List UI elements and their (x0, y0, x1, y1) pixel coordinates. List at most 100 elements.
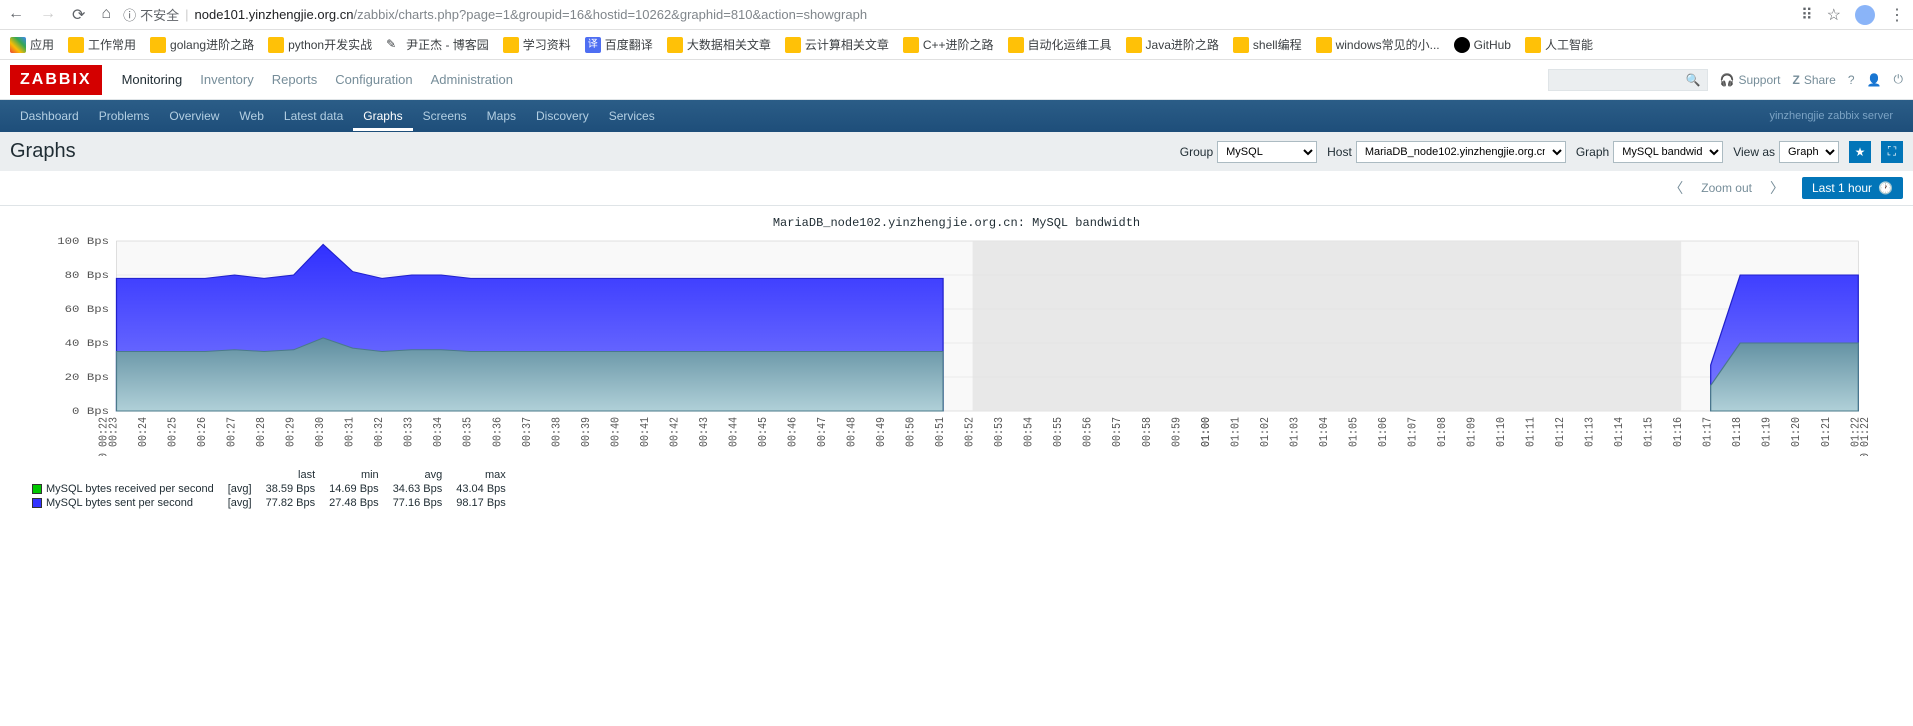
zabbix-logo[interactable]: ZABBIX (10, 65, 102, 95)
svg-text:00:53: 00:53 (993, 417, 1006, 447)
svg-text:00:28: 00:28 (255, 417, 268, 447)
subnav-problems[interactable]: Problems (89, 101, 160, 131)
bookmark-item[interactable]: 应用 (10, 36, 54, 53)
subnav-overview[interactable]: Overview (159, 101, 229, 131)
svg-text:00:41: 00:41 (639, 417, 652, 447)
bookmark-item[interactable]: 人工智能 (1525, 36, 1593, 53)
menu-administration[interactable]: Administration (431, 72, 513, 87)
search-input[interactable]: 🔍 (1548, 69, 1708, 91)
subnav-web[interactable]: Web (229, 101, 273, 131)
bookmark-item[interactable]: C++进阶之路 (903, 36, 994, 53)
bookmark-label: 云计算相关文章 (805, 36, 889, 53)
bookmark-icon (68, 37, 84, 53)
viewas-select[interactable]: Graph (1779, 141, 1839, 163)
menu-icon[interactable]: ⋮ (1889, 5, 1905, 25)
host-select[interactable]: MariaDB_node102.yinzhengjie.org.cn (1356, 141, 1566, 163)
svg-text:01:05: 01:05 (1348, 417, 1361, 447)
subnav-maps[interactable]: Maps (477, 101, 526, 131)
bookmark-item[interactable]: 大数据相关文章 (667, 36, 771, 53)
bookmark-item[interactable]: 工作常用 (68, 36, 136, 53)
info-icon: ⓘ (123, 5, 136, 24)
subnav-dashboard[interactable]: Dashboard (10, 101, 89, 131)
svg-text:00:45: 00:45 (757, 417, 770, 447)
reload-icon[interactable]: ⟳ (72, 5, 85, 25)
svg-text:00:42: 00:42 (669, 417, 682, 447)
url-domain: node101.yinzhengjie.org.cn (195, 7, 354, 22)
graph-select[interactable]: MySQL bandwidth (1613, 141, 1723, 163)
bookmark-item[interactable]: 云计算相关文章 (785, 36, 889, 53)
bookmark-label: 人工智能 (1545, 36, 1593, 53)
svg-text:00:58: 00:58 (1141, 417, 1154, 447)
subnav-latest-data[interactable]: Latest data (274, 101, 353, 131)
bookmark-item[interactable]: 学习资料 (503, 36, 571, 53)
time-range-button[interactable]: Last 1 hour 🕐 (1802, 177, 1903, 199)
support-link[interactable]: 🎧 Support (1720, 73, 1781, 87)
svg-text:20 Bps: 20 Bps (65, 373, 109, 384)
subnav-screens[interactable]: Screens (413, 101, 477, 131)
svg-text:00:43: 00:43 (698, 417, 711, 447)
bookmark-item[interactable]: Java进阶之路 (1126, 36, 1219, 53)
bookmark-label: 百度翻译 (605, 36, 653, 53)
time-next-icon[interactable]: 〉 (1764, 178, 1790, 198)
subnav-services[interactable]: Services (599, 101, 665, 131)
zoom-out-button[interactable]: Zoom out (1701, 181, 1752, 195)
svg-text:0 Bps: 0 Bps (72, 407, 109, 418)
bookmark-item[interactable]: 译百度翻译 (585, 36, 653, 53)
svg-text:00:27: 00:27 (226, 417, 239, 447)
svg-text:00:29: 00:29 (285, 417, 298, 447)
bookmark-item[interactable]: golang进阶之路 (150, 36, 254, 53)
svg-text:00:59: 00:59 (1170, 417, 1183, 447)
legend-row: MySQL bytes received per second[avg]38.5… (32, 483, 518, 495)
bookmark-item[interactable]: windows常见的小... (1316, 36, 1440, 53)
forward-icon[interactable]: → (40, 5, 56, 25)
svg-text:00:38: 00:38 (551, 417, 564, 447)
chart-legend: lastminavgmaxMySQL bytes received per se… (30, 467, 520, 511)
home-icon[interactable]: ⌂ (101, 5, 111, 25)
url-path: /zabbix/charts.php?page=1&groupid=16&hos… (354, 7, 868, 22)
user-icon[interactable]: 👤 (1867, 73, 1882, 87)
translate-icon[interactable]: ⠿ (1801, 5, 1813, 25)
svg-text:00:52: 00:52 (964, 417, 977, 447)
fullscreen-button[interactable]: ⛶ (1881, 141, 1903, 163)
viewas-label: View as (1733, 145, 1775, 159)
bookmark-item[interactable]: 自动化运维工具 (1008, 36, 1112, 53)
bookmark-item[interactable]: GitHub (1454, 37, 1511, 53)
share-link[interactable]: Z Share (1792, 73, 1835, 87)
svg-text:00:55: 00:55 (1052, 417, 1065, 447)
star-icon[interactable]: ☆ (1827, 5, 1841, 25)
svg-text:40 Bps: 40 Bps (65, 339, 109, 350)
logout-icon[interactable]: ⏻ (1894, 72, 1904, 87)
svg-text:01:04: 01:04 (1318, 417, 1331, 447)
group-select[interactable]: MySQL (1217, 141, 1317, 163)
bookmark-item[interactable]: ✎尹正杰 - 博客园 (386, 36, 489, 53)
time-selector-bar: 〈 Zoom out 〉 Last 1 hour 🕐 (0, 171, 1913, 206)
svg-text:00:39: 00:39 (580, 417, 593, 447)
bookmark-label: 大数据相关文章 (687, 36, 771, 53)
bookmark-label: 学习资料 (523, 36, 571, 53)
address-bar[interactable]: ⓘ 不安全 | node101.yinzhengjie.org.cn/zabbi… (123, 5, 1789, 24)
subnav-discovery[interactable]: Discovery (526, 101, 599, 131)
svg-text:00:51: 00:51 (934, 417, 947, 447)
page-title: Graphs (10, 140, 76, 163)
group-label: Group (1180, 145, 1213, 159)
svg-text:01:06: 01:06 (1377, 417, 1390, 447)
menu-monitoring[interactable]: Monitoring (122, 72, 183, 87)
favorite-button[interactable]: ★ (1849, 141, 1871, 163)
menu-reports[interactable]: Reports (272, 72, 318, 87)
time-prev-icon[interactable]: 〈 (1663, 178, 1689, 198)
bookmark-icon: 译 (585, 37, 601, 53)
subnav-graphs[interactable]: Graphs (353, 101, 412, 131)
bookmark-item[interactable]: shell编程 (1233, 36, 1302, 53)
menu-inventory[interactable]: Inventory (200, 72, 253, 87)
bookmark-label: GitHub (1474, 38, 1511, 52)
svg-text:00:57: 00:57 (1111, 417, 1124, 447)
bookmark-item[interactable]: python开发实战 (268, 36, 372, 53)
bookmark-label: 工作常用 (88, 36, 136, 53)
profile-avatar[interactable] (1855, 5, 1875, 25)
help-icon[interactable]: ? (1848, 73, 1855, 87)
svg-text:00:54: 00:54 (1023, 417, 1036, 447)
svg-text:00:46: 00:46 (787, 417, 800, 447)
svg-text:02-20 01:22: 02-20 01:22 (1859, 417, 1872, 456)
back-icon[interactable]: ← (8, 5, 24, 25)
menu-configuration[interactable]: Configuration (335, 72, 412, 87)
